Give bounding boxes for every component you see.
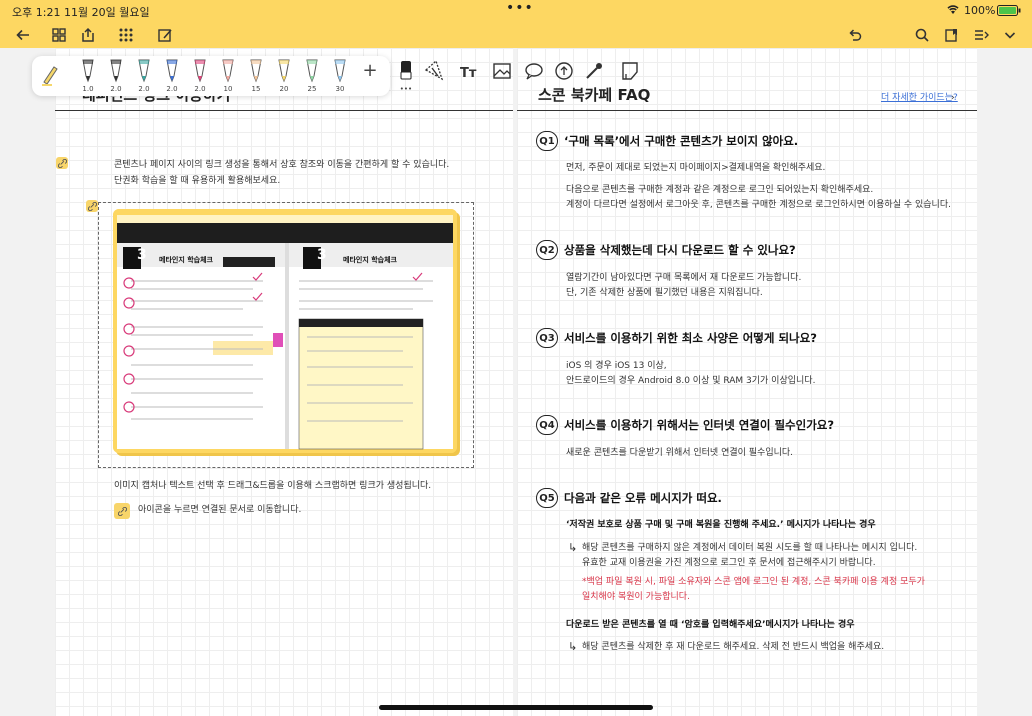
link-icon[interactable]	[114, 503, 130, 519]
link-icon[interactable]	[56, 157, 68, 169]
pen-size-label: 1.0	[82, 85, 94, 93]
add-pen-button[interactable]: +	[358, 60, 382, 94]
multitask-dots-icon[interactable]: •••	[506, 0, 534, 16]
left-intro-line2: 단권화 학습을 할 때 유용하게 활용해보세요.	[114, 176, 281, 186]
faq-answer-q3-line2: 안드로이드의 경우 Android 8.0 이상 및 RAM 3기가 이상입니다…	[566, 376, 816, 386]
pen-9-icon[interactable]: 25	[300, 58, 324, 93]
pen-2-icon[interactable]: 2.0	[104, 58, 128, 93]
screenshot-left-header: 메타인지 학습체크	[159, 256, 213, 264]
faq-answer-q1-line1: 먼저, 주문이 제대로 되었는지 마이페이지>결제내역을 확인해주세요.	[566, 163, 826, 173]
faq-answer-q3-line1: iOS 의 경우 iOS 13 이상,	[566, 361, 667, 371]
pen-size-label: 25	[307, 85, 317, 93]
pen-size-label: 15	[251, 85, 261, 93]
q5-case1-line1: 해당 콘텐츠를 구매하지 않은 계정에서 데이터 복원 시도를 할 때 나타나는…	[582, 543, 918, 553]
laser-pointer-icon[interactable]	[582, 58, 606, 92]
pen-8-icon[interactable]: 20	[272, 58, 296, 93]
edit-page-icon[interactable]	[154, 24, 176, 46]
search-icon[interactable]	[911, 24, 933, 46]
faq-answer-q2-line2: 단, 기존 삭제한 상품에 필기했던 내용은 지워집니다.	[566, 288, 763, 298]
right-title-divider	[517, 110, 977, 111]
faq-question-q3: 서비스를 이용하기 위한 최소 사양은 어떻게 되나요?	[564, 331, 817, 345]
faq-answer-q2-line1: 열람기간이 남아있다면 구매 목록에서 재 다운로드 가능합니다.	[566, 273, 802, 283]
status-date: 11월 20일 월요일	[64, 6, 150, 19]
scrapped-screenshot[interactable]: 3 3 메타인지 학습체크 메타인지 학습체크	[113, 209, 457, 453]
speech-bubble-icon[interactable]	[522, 58, 546, 92]
q5-case1-note1: *백업 파일 복원 시, 파일 소유자와 스콘 앱에 로그인 된 계정, 스콘 …	[582, 577, 925, 587]
sticker-icon[interactable]	[552, 58, 576, 92]
pen-toolbar: 1.0 2.0 2.0 2.0 2.0 10 15 20 25 30 +	[32, 56, 390, 96]
battery-icon	[997, 5, 1021, 19]
export-icon[interactable]	[77, 24, 99, 46]
chevron-right-icon[interactable]: ›	[951, 91, 955, 106]
faq-answer-q4-line1: 새로운 콘텐츠를 다운받기 위해서 인터넷 연결이 필수입니다.	[566, 448, 794, 458]
chevron-down-icon[interactable]	[999, 24, 1021, 46]
screenshot-right-header: 메타인지 학습체크	[343, 256, 397, 264]
faq-answer-q1-line3: 계정이 다르다면 설정에서 로그아웃 후, 콘텐츠를 구매한 계정으로 로그인하…	[566, 200, 951, 210]
pen-1-icon[interactable]: 1.0	[76, 58, 100, 93]
screenshot-chapter-left: 3	[137, 247, 147, 263]
pen-size-label: 2.0	[194, 85, 206, 93]
pen-size-label: 2.0	[166, 85, 178, 93]
wifi-icon	[946, 3, 960, 18]
highlighter-mode-icon[interactable]	[38, 62, 62, 96]
pen-5-icon[interactable]: 2.0	[188, 58, 212, 93]
pen-7-icon[interactable]: 15	[244, 58, 268, 93]
status-time: 오후 1:21	[12, 6, 61, 19]
pen-size-label: 20	[279, 85, 289, 93]
back-arrow-icon[interactable]	[12, 24, 34, 46]
left-caption2: 아이콘을 누르면 연결된 문서로 이동합니다.	[138, 505, 302, 515]
q5-case1-title: ‘저작권 보호로 상품 구매 및 구매 복원을 진행해 주세요.’ 메시지가 나…	[566, 520, 876, 530]
pen-size-label: 10	[223, 85, 233, 93]
image-icon[interactable]	[490, 58, 514, 92]
pen-size-label: 30	[335, 85, 345, 93]
faq-badge-q2: Q2	[536, 240, 558, 260]
app-top-bar: 오후 1:21 11월 20일 월요일 ••• 100%	[0, 0, 1032, 48]
q5-case2-line1: 해당 콘텐츠를 삭제한 후 재 다운로드 해주세요. 삭제 전 반드시 백업을 …	[582, 642, 885, 652]
undo-icon[interactable]	[844, 24, 866, 46]
eraser-icon[interactable]: •••	[394, 58, 418, 93]
faq-question-q2: 상품을 삭제했는데 다시 다운로드 할 수 있나요?	[564, 243, 796, 257]
pen-size-label: 2.0	[110, 85, 122, 93]
pen-10-icon[interactable]: 30	[328, 58, 352, 93]
faq-badge-q1: Q1	[536, 131, 558, 151]
q5-case2-title: 다운로드 받은 콘텐츠를 열 때 ‘암호를 입력해주세요’메시지가 나타나는 경…	[566, 620, 855, 630]
text-tool-icon[interactable]: Tт	[460, 66, 484, 100]
apps-grid-icon[interactable]	[115, 24, 137, 46]
pen-size-label: 2.0	[138, 85, 150, 93]
guide-link[interactable]: 더 자세한 가이드는?	[881, 91, 958, 106]
left-intro-line1: 콘텐츠나 페이지 사이의 링크 생성을 통해서 상호 참조와 이동을 간편하게 …	[114, 160, 450, 170]
pen-3-icon[interactable]: 2.0	[132, 58, 156, 93]
page-grid-icon[interactable]	[48, 24, 70, 46]
bookmark-page-icon[interactable]	[941, 24, 963, 46]
faq-badge-q4: Q4	[536, 415, 558, 435]
return-arrow-icon: ↳	[568, 640, 578, 653]
link-icon[interactable]	[86, 200, 98, 212]
screenshot-chapter-right: 3	[317, 247, 327, 263]
eraser-dots: •••	[399, 85, 413, 93]
q5-case1-note2: 일치해야 복원이 가능합니다.	[582, 592, 690, 602]
lasso-icon[interactable]	[422, 58, 446, 92]
battery-percent: 100%	[964, 4, 996, 17]
shape-select-icon[interactable]	[618, 58, 642, 92]
layers-icon[interactable]	[970, 24, 992, 46]
faq-question-q4: 서비스를 이용하기 위해서는 인터넷 연결이 필수인가요?	[564, 418, 835, 432]
pen-4-icon[interactable]: 2.0	[160, 58, 184, 93]
left-title-divider	[55, 110, 513, 111]
faq-badge-q3: Q3	[536, 328, 558, 348]
faq-answer-q1-line2: 다음으로 콘텐츠를 구매한 계정과 같은 계정으로 로그인 되어있는지 확인해주…	[566, 185, 874, 195]
faq-badge-q5: Q5	[536, 488, 558, 508]
screenshot-illustration	[113, 209, 457, 453]
faq-question-q1: ‘구매 목록’에서 구매한 콘텐츠가 보이지 않아요.	[564, 134, 799, 148]
q5-case1-line2: 유효한 교재 이용권을 가진 계정으로 로그인 후 문서에 접근해주시기 바랍니…	[582, 558, 876, 568]
faq-question-q5: 다음과 같은 오류 메시지가 떠요.	[564, 491, 722, 505]
home-indicator[interactable]	[379, 705, 653, 710]
left-caption1: 이미지 캡처나 텍스트 선택 후 드래그&드롭을 이용해 스크랩하면 링크가 생…	[114, 481, 432, 491]
pen-6-icon[interactable]: 10	[216, 58, 240, 93]
return-arrow-icon: ↳	[568, 541, 578, 554]
tool-icons: ••• Tт	[392, 56, 652, 96]
